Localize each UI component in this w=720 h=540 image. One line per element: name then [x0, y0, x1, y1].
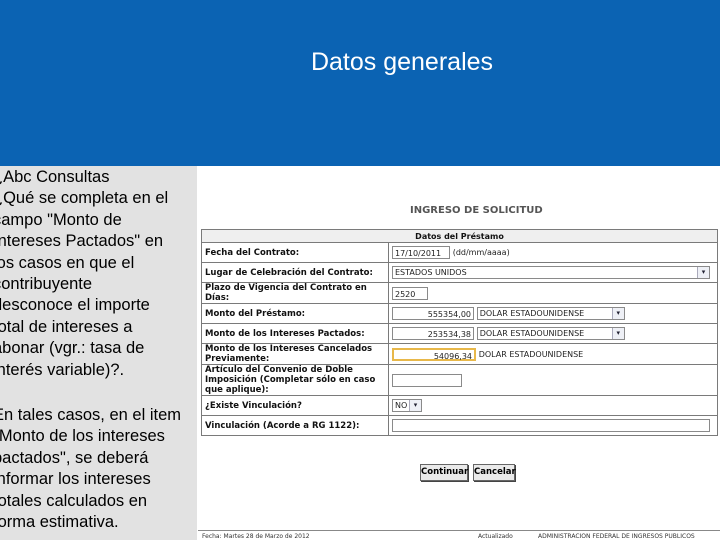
- monto-currency-value: DOLAR ESTADOUNIDENSE: [479, 309, 585, 318]
- fecha-hint: (dd/mm/aaaa): [452, 248, 510, 257]
- form-title: INGRESO DE SOLICITUD: [410, 205, 543, 216]
- chevron-down-icon: ▾: [611, 308, 624, 319]
- row-vinculacion-existe: ¿Existe Vinculación? NO ▾: [201, 395, 718, 416]
- intereses-cancelados-currency: DOLAR ESTADOUNIDENSE: [478, 349, 584, 359]
- form-screenshot: INGRESO DE SOLICITUD Datos del Préstamo …: [198, 166, 720, 540]
- slide-header: Datos generales: [0, 0, 720, 166]
- articulo-label: Artículo del Convenio de Doble Imposició…: [201, 364, 389, 396]
- monto-input[interactable]: 555354,00: [392, 307, 474, 320]
- row-lugar: Lugar de Celebración del Contrato: ESTAD…: [201, 262, 718, 283]
- row-plazo: Plazo de Vigencia del Contrato en Días: …: [201, 282, 718, 304]
- vinculacion-existe-select[interactable]: NO ▾: [392, 399, 422, 412]
- intereses-pactados-currency-value: DOLAR ESTADOUNIDENSE: [479, 329, 585, 338]
- intereses-pactados-label: Monto de los Intereses Pactados:: [201, 323, 389, 344]
- lugar-select[interactable]: ESTADOS UNIDOS ▾: [392, 266, 710, 279]
- form-footer: Fecha: Martes 28 de Marzo de 2012 Actual…: [198, 530, 720, 540]
- plazo-label: Plazo de Vigencia del Contrato en Días:: [201, 282, 389, 304]
- monto-label: Monto del Préstamo:: [201, 303, 389, 324]
- row-fecha: Fecha del Contrato: 17/10/2011 (dd/mm/aa…: [201, 242, 718, 263]
- question-text: ¿Abc Consultas ¿Qué se completa en el ca…: [0, 168, 169, 379]
- vinculacion-existe-value: NO: [395, 401, 408, 410]
- intereses-pactados-currency-select[interactable]: DOLAR ESTADOUNIDENSE ▾: [476, 327, 625, 340]
- intereses-cancelados-input[interactable]: 54096,34: [392, 347, 476, 361]
- intereses-pactados-input[interactable]: 253534,38: [392, 327, 474, 340]
- footer-date: Fecha: Martes 28 de Marzo de 2012: [202, 533, 310, 540]
- articulo-input[interactable]: [392, 373, 462, 387]
- lugar-select-value: ESTADOS UNIDOS: [395, 268, 467, 277]
- row-vinculacion: Vinculación (Acorde a RG 1122):: [201, 415, 718, 436]
- vinculacion-existe-label: ¿Existe Vinculación?: [201, 395, 389, 416]
- footer-updated: Actualizado: [478, 533, 513, 540]
- row-monto: Monto del Préstamo: 555354,00 DOLAR ESTA…: [201, 303, 718, 324]
- vinculacion-label: Vinculación (Acorde a RG 1122):: [201, 415, 389, 436]
- chevron-down-icon: ▾: [697, 267, 709, 278]
- qa-panel: ¿Abc Consultas ¿Qué se completa en el ca…: [0, 166, 197, 540]
- chevron-down-icon: ▾: [409, 400, 421, 411]
- section-header-row: Datos del Préstamo: [201, 229, 718, 243]
- chevron-down-icon: ▾: [611, 328, 624, 339]
- plazo-input[interactable]: 2520: [392, 286, 428, 300]
- slide-title: Datos generales: [310, 48, 494, 76]
- lugar-label: Lugar de Celebración del Contrato:: [201, 262, 389, 283]
- row-articulo: Artículo del Convenio de Doble Imposició…: [201, 364, 718, 396]
- cancelar-button[interactable]: Cancelar: [473, 464, 516, 481]
- row-intereses-pactados: Monto de los Intereses Pactados: 253534,…: [201, 323, 718, 344]
- fecha-label: Fecha del Contrato:: [201, 242, 389, 263]
- footer-agency: ADMINISTRACION FEDERAL DE INGRESOS PUBLI…: [538, 533, 695, 540]
- fecha-input[interactable]: 17/10/2011: [392, 246, 450, 259]
- continuar-button[interactable]: Continuar: [420, 464, 468, 481]
- row-intereses-cancelados: Monto de los Intereses Cancelados Previa…: [201, 343, 718, 365]
- monto-currency-select[interactable]: DOLAR ESTADOUNIDENSE ▾: [476, 307, 625, 320]
- intereses-cancelados-label: Monto de los Intereses Cancelados Previa…: [201, 343, 389, 365]
- answer-text: En tales casos, en el item "Monto de los…: [0, 406, 182, 532]
- section-title: Datos del Préstamo: [201, 229, 718, 243]
- vinculacion-input[interactable]: [392, 419, 710, 432]
- loan-data-table: Datos del Préstamo Fecha del Contrato: 1…: [201, 229, 718, 436]
